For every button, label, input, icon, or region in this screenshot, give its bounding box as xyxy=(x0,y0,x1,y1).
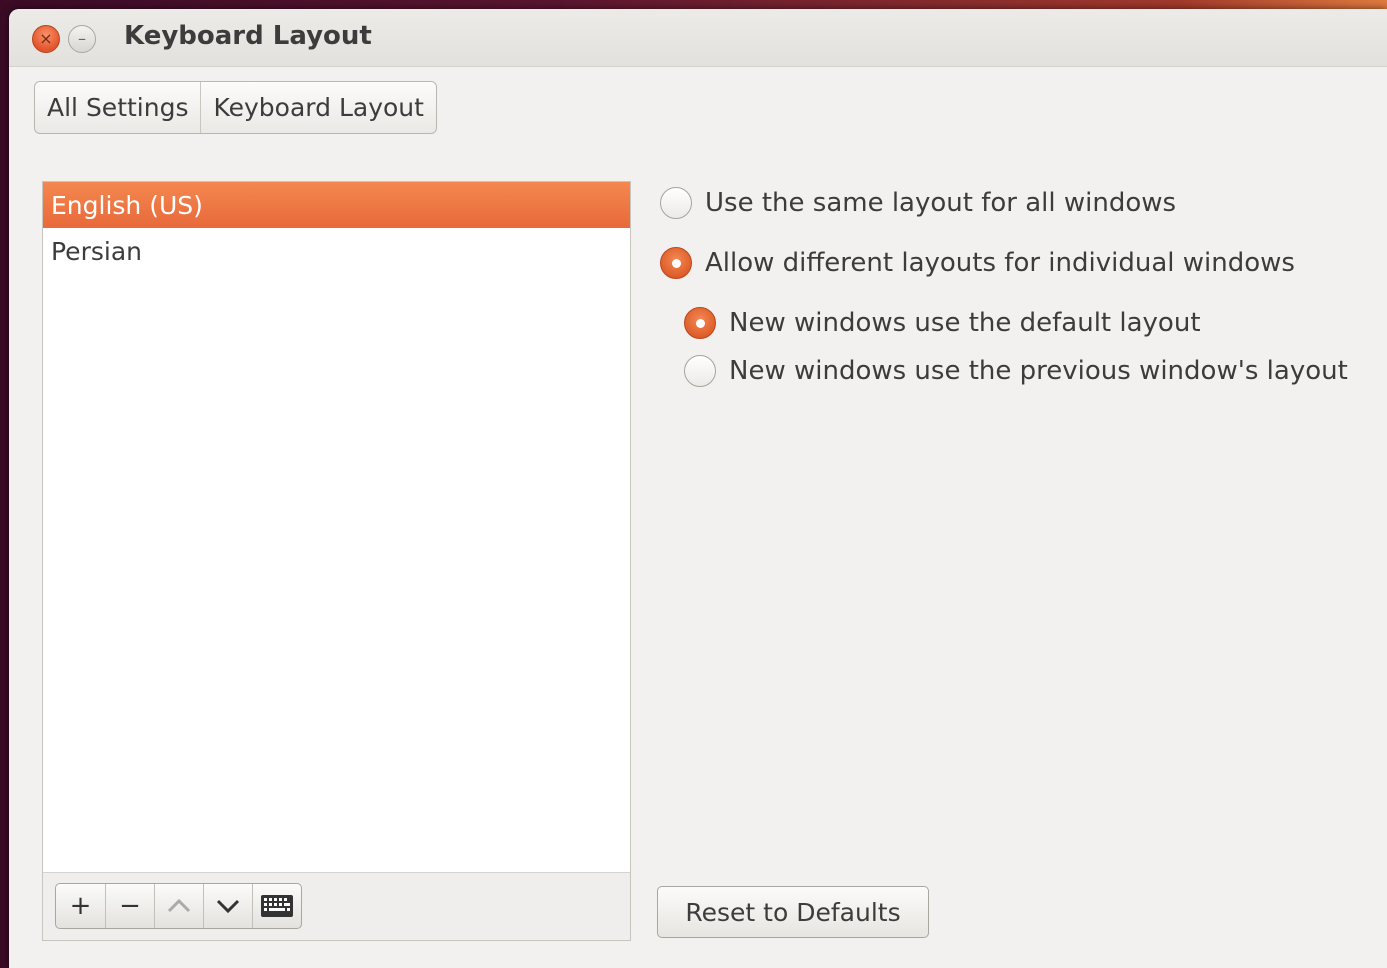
chevron-down-icon xyxy=(216,899,240,914)
option-default-layout-label: New windows use the default layout xyxy=(729,308,1201,338)
radio-previous-layout[interactable] xyxy=(684,355,716,387)
close-icon: × xyxy=(39,29,53,48)
minimize-icon: – xyxy=(78,29,86,48)
layout-list: English (US) Persian + − xyxy=(42,181,631,941)
option-different-layouts-label: Allow different layouts for individual w… xyxy=(705,248,1295,278)
breadcrumb: All Settings Keyboard Layout xyxy=(34,81,437,134)
list-toolbar-buttons: + − xyxy=(55,883,302,929)
list-item-persian[interactable]: Persian xyxy=(43,228,630,274)
keyboard-icon xyxy=(261,895,293,917)
show-keyboard-layout-button[interactable] xyxy=(252,884,301,928)
reset-to-defaults-button[interactable]: Reset to Defaults xyxy=(657,886,929,938)
option-previous-layout[interactable]: New windows use the previous window's la… xyxy=(684,355,1348,387)
move-up-button[interactable] xyxy=(154,884,203,928)
window-title: Keyboard Layout xyxy=(124,21,372,51)
close-button[interactable]: × xyxy=(32,25,60,53)
remove-layout-button[interactable]: − xyxy=(105,884,154,928)
breadcrumb-all-settings[interactable]: All Settings xyxy=(35,82,200,133)
add-layout-button[interactable]: + xyxy=(56,884,105,928)
option-same-layout-label: Use the same layout for all windows xyxy=(705,188,1177,218)
move-down-button[interactable] xyxy=(203,884,252,928)
minimize-button[interactable]: – xyxy=(68,25,96,53)
breadcrumb-keyboard-layout[interactable]: Keyboard Layout xyxy=(200,82,435,133)
radio-default-layout[interactable] xyxy=(684,307,716,339)
option-previous-layout-label: New windows use the previous window's la… xyxy=(729,356,1348,386)
minus-icon: − xyxy=(119,891,141,921)
option-different-layouts[interactable]: Allow different layouts for individual w… xyxy=(660,247,1295,279)
title-bar: × – Keyboard Layout xyxy=(9,9,1387,67)
chevron-up-icon xyxy=(167,898,191,913)
radio-same-layout[interactable] xyxy=(660,187,692,219)
option-default-layout[interactable]: New windows use the default layout xyxy=(684,307,1201,339)
list-item-english-us[interactable]: English (US) xyxy=(43,182,630,228)
option-same-layout[interactable]: Use the same layout for all windows xyxy=(660,187,1176,219)
list-toolbar: + − xyxy=(43,872,630,940)
radio-different-layouts[interactable] xyxy=(660,247,692,279)
plus-icon: + xyxy=(69,891,92,921)
keyboard-layout-window: × – Keyboard Layout All Settings Keyboar… xyxy=(9,9,1387,968)
